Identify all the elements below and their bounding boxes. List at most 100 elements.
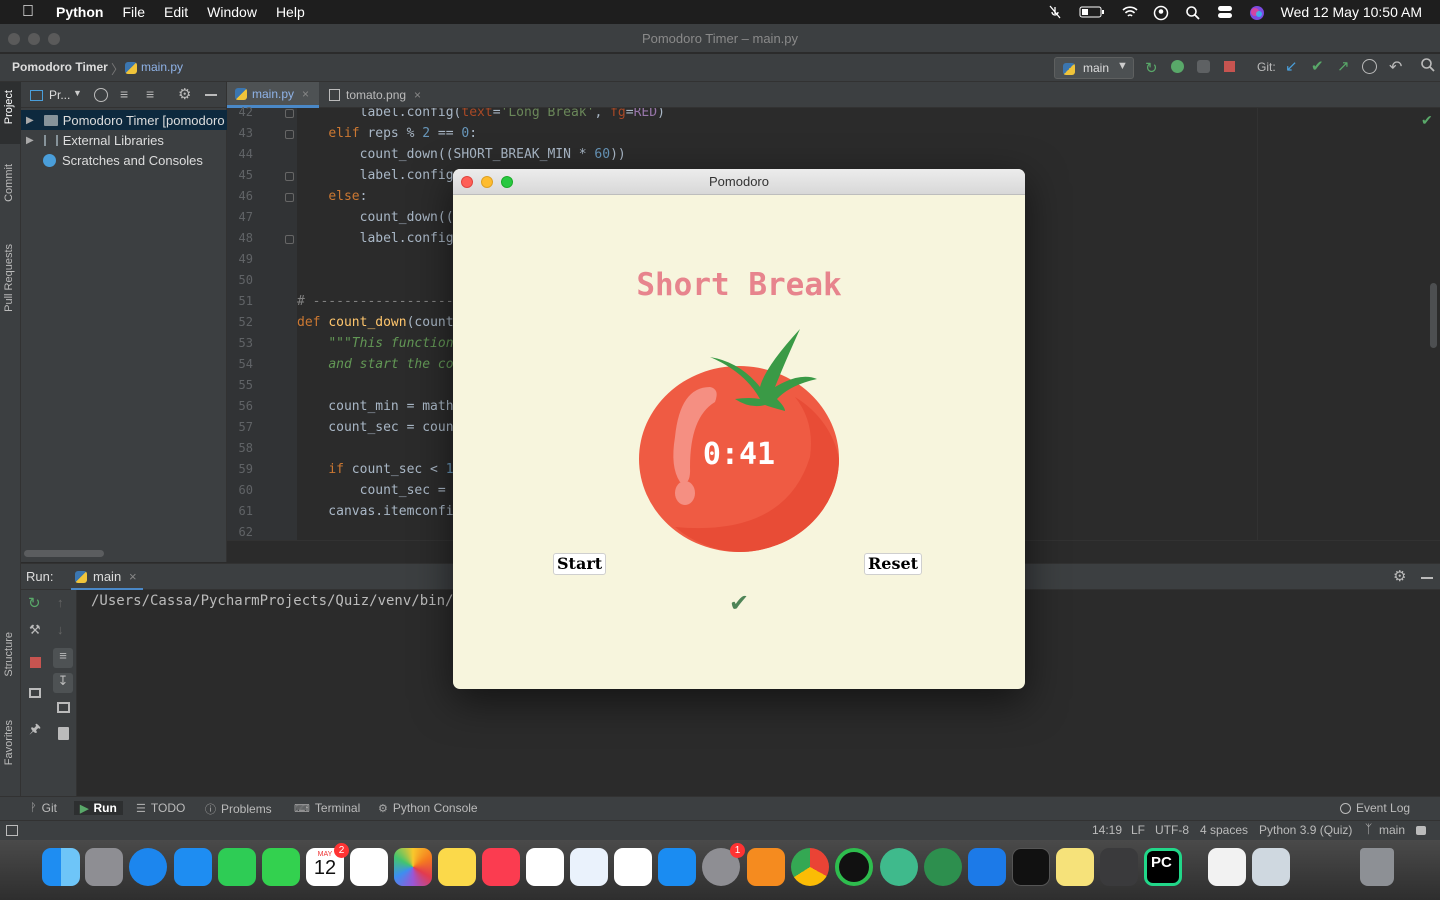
toggle-tool-windows-icon[interactable]: [6, 825, 18, 836]
keynote-icon[interactable]: [570, 848, 608, 886]
scroll-up-icon[interactable]: ↑: [57, 595, 64, 610]
wifi-icon[interactable]: [1121, 5, 1138, 19]
finder-icon[interactable]: [42, 848, 80, 886]
trash-icon[interactable]: [58, 727, 69, 740]
tree-item-project-root[interactable]: ▶ Pomodoro Timer [pomodoro: [21, 110, 227, 130]
tree-item-external-libraries[interactable]: ▶ External Libraries: [21, 130, 227, 150]
rerun-icon[interactable]: ↻: [1145, 59, 1158, 77]
lock-icon[interactable]: [1416, 826, 1426, 835]
trash-icon[interactable]: [1360, 848, 1394, 886]
tree-item-scratches[interactable]: Scratches and Consoles: [21, 150, 227, 170]
python-interpreter[interactable]: Python 3.9 (Quiz): [1259, 823, 1352, 837]
pages-icon[interactable]: [614, 848, 652, 886]
tool-structure[interactable]: Structure: [3, 632, 15, 677]
menu-item-help[interactable]: Help: [276, 4, 305, 20]
preview-icon[interactable]: [1252, 848, 1290, 886]
atom-icon[interactable]: [880, 848, 918, 886]
tool-commit[interactable]: Commit: [3, 164, 15, 202]
pycharm-icon[interactable]: PC: [1144, 848, 1182, 886]
mail-icon[interactable]: [174, 848, 212, 886]
coverage-icon[interactable]: [1197, 60, 1210, 73]
wrench-icon[interactable]: ⚒: [29, 622, 41, 638]
scrollbar-thumb[interactable]: [24, 550, 104, 557]
numbers-icon[interactable]: [526, 848, 564, 886]
gear-icon[interactable]: ⚙: [178, 85, 191, 103]
project-view-selector[interactable]: Pr...: [49, 88, 70, 102]
fold-marker-icon[interactable]: [285, 193, 294, 202]
inspection-ok-icon[interactable]: ✔: [1421, 112, 1433, 129]
tool-tab-git[interactable]: ᚹ Git: [30, 801, 57, 815]
app-store-icon[interactable]: [658, 848, 696, 886]
android-studio-icon[interactable]: [924, 848, 962, 886]
menu-item-edit[interactable]: Edit: [164, 4, 188, 20]
menu-item-python[interactable]: Python: [56, 4, 103, 20]
fold-marker-icon[interactable]: [285, 109, 294, 118]
rollback-icon[interactable]: ↶: [1389, 57, 1402, 77]
run-config-selector[interactable]: main ▼: [1054, 57, 1134, 79]
apple-icon[interactable]: : [22, 3, 34, 21]
chevron-down-icon[interactable]: ▼: [73, 88, 82, 98]
tool-tab-terminal[interactable]: ⌨ Terminal: [294, 801, 360, 815]
launchpad-icon[interactable]: [85, 848, 123, 886]
user-account-icon[interactable]: [1153, 5, 1169, 21]
git-commit-icon[interactable]: ✔: [1311, 57, 1324, 75]
stickies-icon[interactable]: [1056, 848, 1094, 886]
tool-tab-python-console[interactable]: ⚙ Python Console: [378, 801, 478, 815]
chrome-icon[interactable]: [791, 848, 829, 886]
breadcrumb-project[interactable]: Pomodoro Timer: [12, 60, 108, 74]
line-separator[interactable]: LF: [1131, 823, 1145, 837]
stop-icon[interactable]: [30, 657, 41, 668]
search-icon[interactable]: [1420, 57, 1436, 73]
start-button[interactable]: Start: [553, 553, 607, 575]
calendar-icon[interactable]: MAY 12 2: [306, 843, 349, 886]
tool-project[interactable]: Project: [3, 90, 15, 124]
caret-position[interactable]: 14:19: [1092, 823, 1122, 837]
breadcrumb-file[interactable]: main.py: [141, 60, 183, 74]
hide-panel-icon[interactable]: [205, 94, 217, 96]
close-tab-icon[interactable]: ×: [129, 569, 137, 584]
tool-tab-run[interactable]: ▶ Run: [74, 801, 123, 815]
scroll-to-end-icon[interactable]: ↧: [53, 673, 73, 693]
siri-icon[interactable]: [1249, 5, 1265, 20]
layout-icon[interactable]: [29, 688, 41, 698]
hide-panel-icon[interactable]: [1421, 577, 1433, 579]
debug-icon[interactable]: [1171, 60, 1184, 73]
battery-icon[interactable]: [1079, 5, 1105, 19]
print-icon[interactable]: [57, 702, 70, 713]
gear-icon[interactable]: ⚙: [1393, 567, 1406, 585]
locate-file-icon[interactable]: [94, 88, 108, 102]
tool-pull-requests[interactable]: Pull Requests: [3, 244, 15, 312]
xcode-icon[interactable]: [968, 848, 1006, 886]
reset-button[interactable]: Reset: [864, 553, 923, 575]
spotlight-search-icon[interactable]: [1185, 5, 1201, 20]
git-update-icon[interactable]: ↙: [1285, 57, 1298, 75]
messages-icon[interactable]: [262, 848, 300, 886]
tool-tab-problems[interactable]: ⓘ Problems: [205, 801, 272, 817]
close-tab-icon[interactable]: ×: [414, 88, 421, 102]
safari-icon[interactable]: [129, 848, 167, 886]
tab-tomato-png[interactable]: tomato.png ×: [321, 82, 431, 108]
rerun-icon[interactable]: ↻: [28, 594, 41, 612]
notes-icon[interactable]: [438, 848, 476, 886]
fold-marker-icon[interactable]: [285, 172, 294, 181]
history-icon[interactable]: [1362, 59, 1377, 74]
event-log-button[interactable]: Event Log: [1340, 801, 1410, 815]
system-preferences-icon[interactable]: 1: [702, 843, 745, 886]
calculator-icon[interactable]: [1100, 848, 1138, 886]
git-branch[interactable]: main: [1379, 823, 1405, 837]
zoom-window-button[interactable]: [501, 176, 513, 188]
rocket-icon[interactable]: [1296, 848, 1334, 886]
expand-all-icon[interactable]: ≡: [120, 86, 128, 102]
microphone-off-icon[interactable]: [1047, 5, 1063, 19]
menu-item-window[interactable]: Window: [207, 4, 257, 20]
scroll-down-icon[interactable]: ↓: [57, 622, 64, 637]
close-tab-icon[interactable]: ×: [302, 87, 309, 101]
run-tab[interactable]: main ×: [71, 564, 143, 591]
fold-marker-icon[interactable]: [285, 235, 294, 244]
textedit-icon[interactable]: [1208, 848, 1246, 886]
menu-clock[interactable]: Wed 12 May 10:50 AM: [1281, 4, 1422, 20]
stop-icon[interactable]: [1224, 61, 1235, 72]
tool-tab-todo[interactable]: ☰ TODO: [136, 801, 185, 815]
menu-item-file[interactable]: File: [122, 4, 145, 20]
close-window-button[interactable]: [461, 176, 473, 188]
